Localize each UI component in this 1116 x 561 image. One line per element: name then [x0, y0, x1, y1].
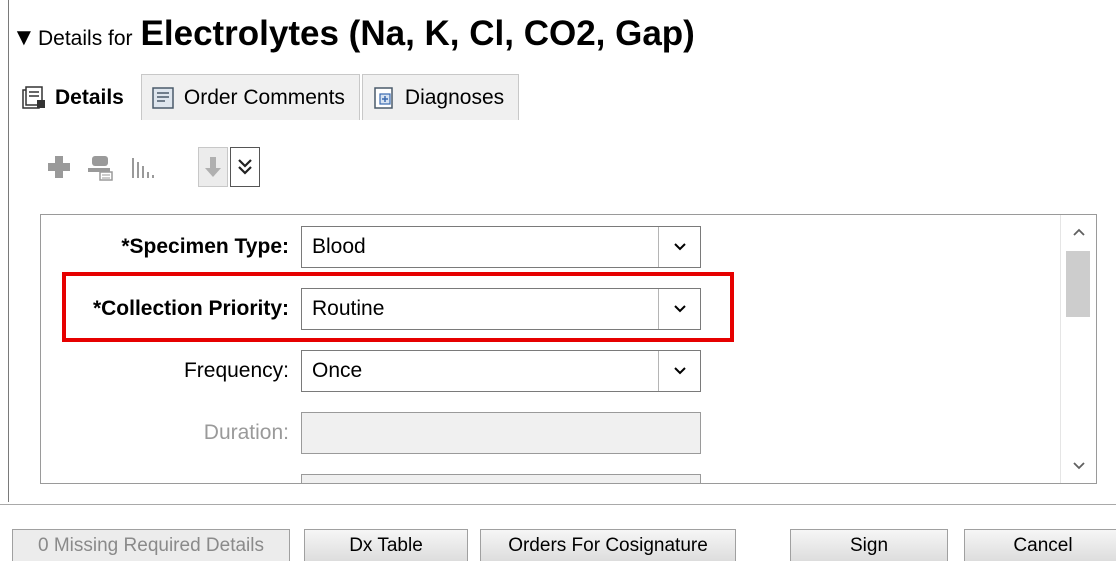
dx-table-button[interactable]: Dx Table — [304, 529, 468, 561]
tab-diagnoses[interactable]: Diagnoses — [361, 74, 520, 120]
details-for-label: Details for — [38, 27, 133, 50]
chart-bars-icon[interactable] — [128, 152, 158, 182]
tab-details[interactable]: Details — [12, 74, 139, 120]
specimen-type-row: *Specimen Type: Blood — [41, 226, 701, 268]
collapse-toggle-icon[interactable]: ▼ — [12, 24, 38, 52]
tab-details-label: Details — [55, 85, 124, 109]
expand-all-button[interactable] — [230, 147, 260, 187]
collection-priority-label: *Collection Priority: — [92, 297, 289, 320]
scroll-down-icon[interactable] — [1061, 449, 1096, 483]
tab-order-comments[interactable]: Order Comments — [140, 74, 360, 120]
arrow-down-icon — [205, 157, 221, 177]
tab-order-comments-label: Order Comments — [183, 85, 345, 109]
chevron-down-icon[interactable] — [658, 289, 700, 329]
collection-priority-select[interactable]: Routine — [301, 288, 701, 330]
scroll-up-icon[interactable] — [1061, 215, 1096, 249]
missing-required-details-button[interactable]: 0 Missing Required Details — [12, 529, 290, 561]
details-tabs: Details Order Comments Diagnoses — [12, 74, 521, 120]
specimen-type-value: Blood — [312, 235, 366, 258]
details-header: ▼ Details for Electrolytes (Na, K, Cl, C… — [12, 14, 695, 60]
next-field-input — [301, 474, 701, 483]
frequency-label: Frequency: — [183, 359, 289, 382]
order-details-form: *Specimen Type: Blood *Collection Priori… — [40, 214, 1097, 484]
chevron-down-icon[interactable] — [658, 227, 700, 267]
cancel-button[interactable]: Cancel — [964, 529, 1116, 561]
details-icon — [22, 85, 45, 109]
orders-for-cosignature-button[interactable]: Orders For Cosignature — [480, 529, 736, 561]
frequency-select[interactable]: Once — [301, 350, 701, 392]
comments-icon — [152, 86, 174, 109]
double-chevron-down-icon — [238, 159, 252, 175]
order-details-panel: ▼ Details for Electrolytes (Na, K, Cl, C… — [0, 0, 1116, 505]
details-scrollbar[interactable] — [1060, 215, 1096, 483]
frequency-row: Frequency: Once — [41, 350, 701, 392]
scroll-thumb[interactable] — [1066, 251, 1090, 317]
duration-input — [301, 412, 701, 454]
panel-left-border — [8, 0, 9, 502]
stamp-icon[interactable] — [86, 152, 116, 182]
tab-diagnoses-label: Diagnoses — [404, 85, 505, 109]
order-action-bar: 0 Missing Required Details Dx Table Orde… — [0, 523, 1116, 561]
collection-priority-row: *Collection Priority: Routine — [41, 288, 701, 330]
duration-label: Duration: — [203, 421, 289, 444]
details-toolbar — [44, 144, 260, 190]
frequency-value: Once — [312, 359, 363, 382]
duration-row: Duration: — [41, 412, 701, 454]
next-field-row — [41, 474, 701, 483]
diagnoses-icon — [374, 86, 393, 109]
order-title: Electrolytes (Na, K, Cl, CO2, Gap) — [140, 14, 695, 53]
collection-priority-value: Routine — [312, 297, 385, 320]
move-down-button[interactable] — [198, 147, 228, 187]
add-icon[interactable] — [44, 152, 74, 182]
sign-button[interactable]: Sign — [790, 529, 948, 561]
specimen-type-select[interactable]: Blood — [301, 226, 701, 268]
specimen-type-label: *Specimen Type: — [121, 235, 289, 258]
chevron-down-icon[interactable] — [658, 351, 700, 391]
